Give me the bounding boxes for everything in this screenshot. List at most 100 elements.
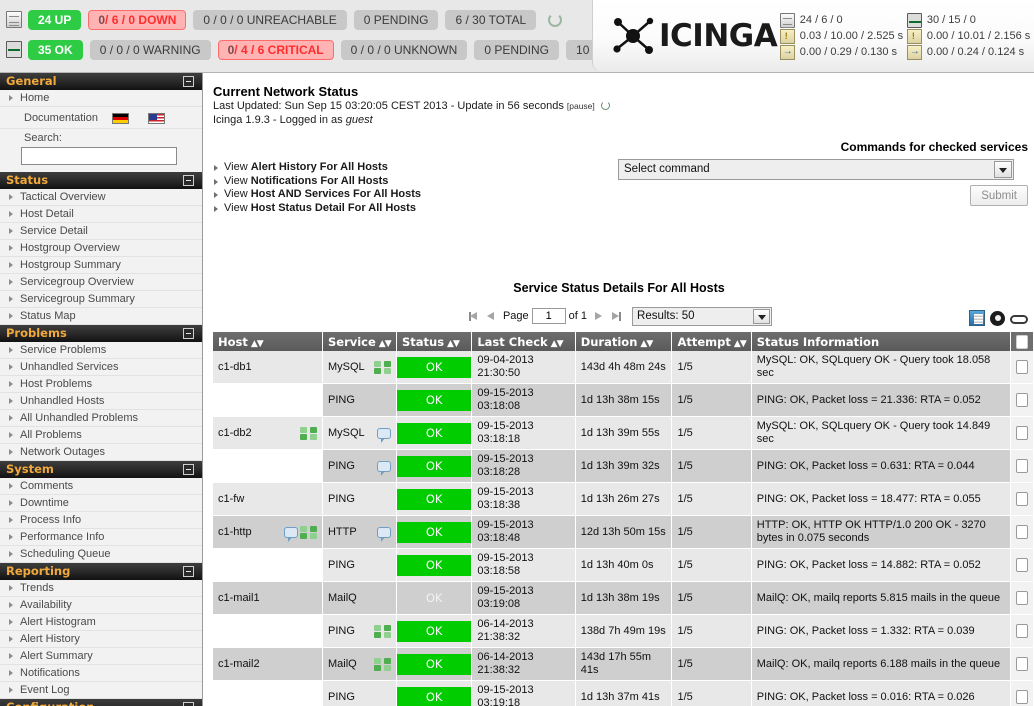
cell-service[interactable]: MailQ xyxy=(322,581,397,615)
command-select[interactable]: Select command xyxy=(618,159,1014,180)
sidebar-item-downtime[interactable]: Downtime xyxy=(0,495,202,512)
cell-row-select[interactable] xyxy=(1010,680,1034,706)
collapse-icon[interactable] xyxy=(183,464,194,475)
comment-bubble-icon[interactable] xyxy=(283,526,298,542)
sort-arrows-icon[interactable]: ▲▼ xyxy=(551,339,564,349)
cell-row-select[interactable] xyxy=(1010,449,1034,483)
sidebar-item-event-log[interactable]: Event Log xyxy=(0,682,202,699)
cell-row-select[interactable] xyxy=(1010,515,1034,549)
sort-arrows-icon[interactable]: ▲▼ xyxy=(734,339,747,349)
refresh-icon[interactable] xyxy=(600,101,610,110)
sidebar-item-alert-summary[interactable]: Alert Summary xyxy=(0,648,202,665)
column-header-service[interactable]: Service ▲▼ xyxy=(322,332,397,351)
sort-arrows-icon[interactable]: ▲▼ xyxy=(251,339,264,349)
row-checkbox[interactable] xyxy=(1015,393,1028,407)
page-number-input[interactable] xyxy=(531,308,566,324)
collapse-icon[interactable] xyxy=(183,76,194,87)
row-checkbox[interactable] xyxy=(1015,360,1028,374)
link-icon[interactable] xyxy=(1010,315,1028,324)
cell-service[interactable]: MySQL xyxy=(322,416,397,450)
cell-host[interactable]: c1-db2 xyxy=(213,416,323,450)
column-header-duration[interactable]: Duration ▲▼ xyxy=(575,332,673,351)
report-icon[interactable] xyxy=(969,310,985,326)
sidebar-item-process-info[interactable]: Process Info xyxy=(0,512,202,529)
cell-row-select[interactable] xyxy=(1010,548,1034,582)
sort-arrows-icon[interactable]: ▲▼ xyxy=(640,339,653,349)
table-row[interactable]: c1-fw PING OK 09-15-2013 03:18:38 1d 13h 26m… xyxy=(213,482,1034,516)
cell-service[interactable]: PING xyxy=(322,680,397,706)
table-row[interactable]: c1-mail1 MailQ OK 09-15-2013 03:19:08 1d 13h… xyxy=(213,581,1034,615)
cell-host[interactable]: c1-http xyxy=(213,515,323,549)
cell-host[interactable]: c1-mail1 xyxy=(213,581,323,615)
sidebar-item-all-unhandled-problems[interactable]: All Unhandled Problems xyxy=(0,410,202,427)
row-checkbox[interactable] xyxy=(1015,624,1028,638)
column-header-select-all[interactable] xyxy=(1010,332,1034,351)
cell-host[interactable]: c1-fw xyxy=(213,482,323,516)
view-link-alert-history[interactable]: View Alert History For All Hosts xyxy=(213,161,421,175)
sidebar-item-unhandled-services[interactable]: Unhandled Services xyxy=(0,359,202,376)
sidebar-item-servicegroup-overview[interactable]: Servicegroup Overview xyxy=(0,274,202,291)
sidebar-item-status-map[interactable]: Status Map xyxy=(0,308,202,325)
next-page-button[interactable] xyxy=(592,310,605,323)
comment-bubble-icon[interactable] xyxy=(376,460,391,476)
cell-service[interactable]: PING xyxy=(322,482,397,516)
column-header-status[interactable]: Status ▲▼ xyxy=(396,332,473,351)
row-checkbox[interactable] xyxy=(1015,558,1028,572)
cell-row-select[interactable] xyxy=(1010,351,1034,384)
collapse-icon[interactable] xyxy=(183,175,194,186)
sidebar-item-tactical-overview[interactable]: Tactical Overview xyxy=(0,189,202,206)
cell-service[interactable]: PING xyxy=(322,449,397,483)
row-checkbox[interactable] xyxy=(1015,525,1028,539)
table-row[interactable]: c1-db1 MySQL OK 09-04-2013 21:30:50 143d 4h … xyxy=(213,351,1034,384)
table-row[interactable]: c1-db2 MySQL OK 09-15-2013 03:18:18 1d 13h 3… xyxy=(213,416,1034,450)
column-header-host[interactable]: Host ▲▼ xyxy=(213,332,323,351)
sidebar-item-unhandled-hosts[interactable]: Unhandled Hosts xyxy=(0,393,202,410)
sidebar-item-home[interactable]: Home xyxy=(0,90,202,107)
flag-us-icon[interactable] xyxy=(148,113,165,124)
collapse-icon[interactable] xyxy=(183,566,194,577)
row-checkbox[interactable] xyxy=(1015,426,1028,440)
last-page-button[interactable] xyxy=(609,310,622,323)
sidebar-item-performance-info[interactable]: Performance Info xyxy=(0,529,202,546)
search-input[interactable] xyxy=(21,147,177,165)
sidebar-item-servicegroup-summary[interactable]: Servicegroup Summary xyxy=(0,291,202,308)
comment-bubble-icon[interactable] xyxy=(376,526,391,542)
cell-service[interactable]: HTTP xyxy=(322,515,397,549)
column-header-attempt[interactable]: Attempt ▲▼ xyxy=(671,332,752,351)
results-per-page-select[interactable]: Results: 50 xyxy=(632,306,773,326)
pause-button[interactable]: [pause] xyxy=(567,101,595,111)
column-header-status-information[interactable]: Status Information xyxy=(751,332,1011,351)
row-checkbox[interactable] xyxy=(1015,459,1028,473)
sidebar-item-alert-histogram[interactable]: Alert Histogram xyxy=(0,614,202,631)
cell-service[interactable]: MailQ xyxy=(322,647,397,681)
view-link-notifications[interactable]: View Notifications For All Hosts xyxy=(213,175,421,189)
cell-row-select[interactable] xyxy=(1010,416,1034,450)
comment-bubble-icon[interactable] xyxy=(376,427,391,443)
sidebar-item-availability[interactable]: Availability xyxy=(0,597,202,614)
sidebar-item-host-problems[interactable]: Host Problems xyxy=(0,376,202,393)
collapse-icon[interactable] xyxy=(183,702,194,706)
services-critical-badge[interactable]: 0 / 4 / 6 CRITICAL xyxy=(217,39,334,60)
services-warning-badge[interactable]: 0 / 0 / 0 WARNING xyxy=(89,39,211,60)
sidebar-item-trends[interactable]: Trends xyxy=(0,580,202,597)
sidebar-navigation[interactable]: General Home Documentation Search: Status Tac… xyxy=(0,73,203,706)
sidebar-item-notifications[interactable]: Notifications xyxy=(0,665,202,682)
sort-arrows-icon[interactable]: ▲▼ xyxy=(379,339,392,349)
sidebar-item-network-outages[interactable]: Network Outages xyxy=(0,444,202,461)
cell-row-select[interactable] xyxy=(1010,581,1034,615)
cell-host[interactable]: c1-db1 xyxy=(213,351,323,384)
view-link-host-status-detail[interactable]: View Host Status Detail For All Hosts xyxy=(213,202,421,216)
row-checkbox[interactable] xyxy=(1015,591,1028,605)
sidebar-item-alert-history[interactable]: Alert History xyxy=(0,631,202,648)
sort-arrows-icon[interactable]: ▲▼ xyxy=(447,339,460,349)
sidebar-item-service-detail[interactable]: Service Detail xyxy=(0,223,202,240)
sidebar-item-scheduling-queue[interactable]: Scheduling Queue xyxy=(0,546,202,563)
services-pending-badge[interactable]: 0 PENDING xyxy=(474,39,560,60)
cell-service[interactable]: PING xyxy=(322,614,397,648)
hosts-down-badge[interactable]: 0 / 6 / 0 DOWN xyxy=(88,9,187,30)
select-all-checkbox[interactable] xyxy=(1015,334,1028,349)
view-link-host-and-services[interactable]: View Host AND Services For All Hosts xyxy=(213,188,421,202)
cell-row-select[interactable] xyxy=(1010,647,1034,681)
sidebar-item-hostgroup-overview[interactable]: Hostgroup Overview xyxy=(0,240,202,257)
table-row[interactable]: PING OK 09-15-2013 03:18:08 1d 13h 38m 15s 1… xyxy=(213,383,1034,417)
